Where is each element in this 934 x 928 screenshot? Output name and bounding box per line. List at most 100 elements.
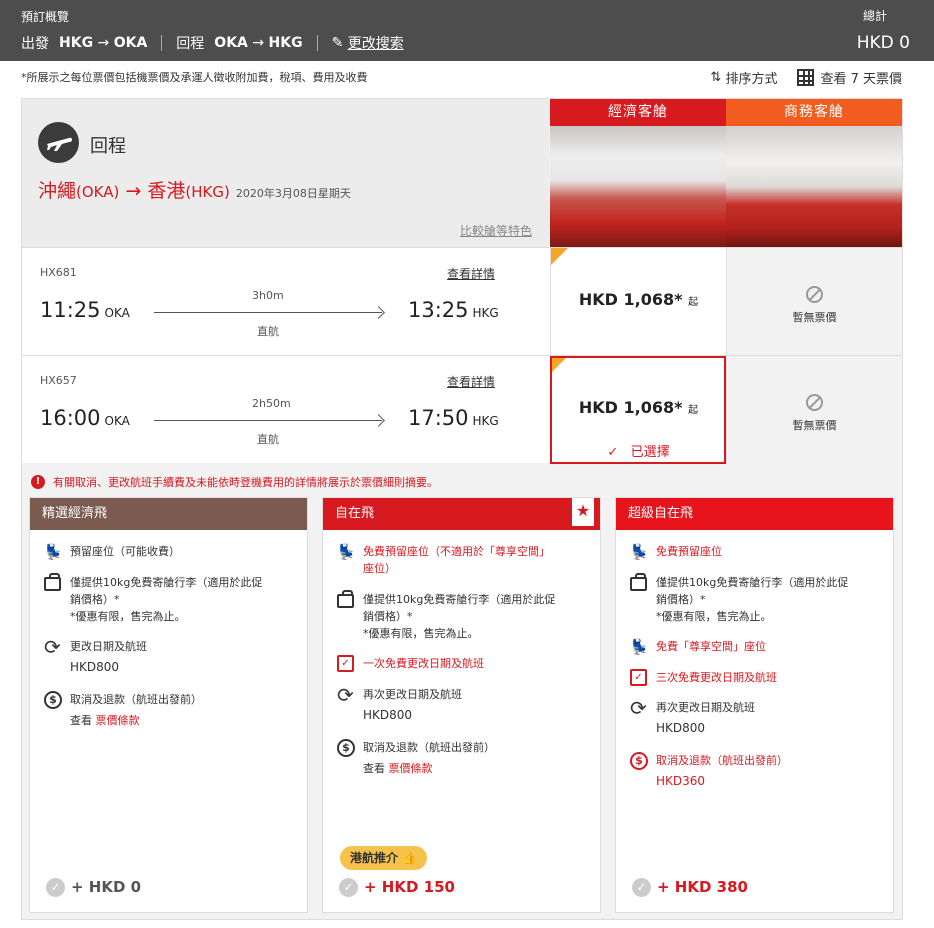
sort-icon[interactable]: ⇅ — [710, 70, 725, 85]
flight-details-link[interactable]: 查看詳情 — [447, 265, 495, 282]
edit-icon[interactable]: ✎ — [332, 35, 348, 51]
origin-code: (OKA) — [76, 183, 120, 201]
seat-icon: 💺 — [630, 543, 649, 561]
business-price-cell: 暫無票價 — [726, 248, 902, 356]
origin-city: 沖繩 — [38, 180, 77, 202]
dollar-icon: $ — [337, 739, 355, 757]
calendar-check-icon: ✓ — [337, 655, 354, 672]
journey-title: 回程 — [90, 136, 126, 157]
flight-row: HX681 查看詳情 11:25 OKA 3h0m 直航 13:25 HKG HKD… — [22, 247, 902, 356]
fare-terms-link[interactable]: 票價條款 — [389, 762, 433, 775]
economy-cabin-photo — [550, 126, 726, 247]
departure-time: 16:00 — [40, 406, 101, 430]
seven-day-fares-button[interactable]: 查看 7 天票價 — [820, 68, 902, 87]
edit-search-link[interactable]: 更改搜索 — [348, 33, 404, 53]
summary-title: 預訂概覽 — [21, 10, 70, 24]
fare-note: *所展示之每位票價包括機票價及承運人徵收附加費，稅項、費用及收費 — [21, 71, 368, 84]
economy-price-cell[interactable]: HKD 1,068* 起 — [550, 248, 726, 356]
arrival: 13:25 HKG — [408, 298, 499, 322]
arrival: 17:50 HKG — [408, 406, 499, 430]
baggage-icon — [630, 573, 647, 591]
baggage-icon — [44, 573, 61, 591]
feature-seat: 💺 預留座位（可能收費） — [44, 543, 180, 561]
arrow-icon: → — [93, 35, 114, 51]
compare-cabins-link[interactable]: 比較艙等特色 — [460, 222, 532, 239]
depart-from: HKG — [59, 35, 94, 51]
selected-fare-outline — [550, 356, 726, 464]
fare-card-economy-light[interactable]: 精選經濟飛 💺 預留座位（可能收費） 僅提供10kg免費寄艙行李（適用於此促 銷價… — [29, 497, 308, 913]
unavailable-icon — [806, 286, 823, 303]
fare-card-super-flex[interactable]: 超級自在飛 💺 免費預留座位 僅提供10kg免費寄艙行李（適用於此促 銷價格）* *… — [615, 497, 894, 913]
feature-baggage: 僅提供10kg免費寄艙行李（適用於此促 銷價格）* *優惠有限，售完為止。 — [630, 573, 885, 625]
check-circle-icon[interactable]: ✓ — [632, 878, 651, 897]
seat-icon: 💺 — [630, 638, 649, 656]
flight-arrow — [154, 420, 382, 421]
recommended-badge: 港航推介 👍 — [340, 846, 428, 870]
business-cabin-photo — [726, 126, 902, 247]
divider — [161, 35, 163, 51]
fare-card-flex[interactable]: 自在飛 ★ 💺 免費預留座位（不適用於「尊享空間」 座位） 僅提供10kg免費寄艙行… — [322, 497, 601, 913]
fare-terms-link[interactable]: 票價條款 — [96, 714, 140, 727]
flight-duration: 2h50m — [252, 397, 291, 410]
fare-name: 超級自在飛 — [616, 498, 893, 530]
journey-route: 沖繩 (OKA) → 香港 (HKG) 2020年3月08日星期天 — [38, 176, 351, 203]
arrow-icon: → — [247, 35, 269, 51]
economy-cabin-column: 經濟客艙 — [550, 99, 726, 247]
unavailable-icon — [806, 394, 823, 411]
business-price-cell: 暫無票價 — [726, 356, 902, 464]
flight-details-link[interactable]: 查看詳情 — [447, 373, 495, 390]
feature-refund: $ 取消及退款（航班出發前） 查看 票價條款 — [44, 691, 299, 729]
check-circle-icon[interactable]: ✓ — [339, 878, 358, 897]
seat-icon: 💺 — [337, 543, 356, 561]
toolbar: ⇅ 排序方式 查看 7 天票價 — [710, 68, 902, 87]
fare-add-price: + HKD 0 — [71, 878, 142, 896]
flight-duration: 3h0m — [252, 289, 284, 302]
calendar-grid-icon[interactable] — [797, 69, 815, 86]
refresh-icon: ⟳ — [44, 635, 61, 659]
feature-free-change: ✓ 一次免費更改日期及航班 — [337, 655, 592, 675]
star-icon: ★ — [572, 498, 594, 526]
flight-arrow — [154, 312, 382, 313]
departure: 11:25 OKA — [40, 298, 130, 322]
business-unavailable: 暫無票價 — [792, 311, 837, 324]
fare-name: 自在飛 ★ — [323, 498, 600, 530]
depart-label: 出發 — [21, 36, 49, 52]
return-from: OKA — [214, 35, 248, 51]
feature-refund: $ 取消及退款（航班出發前） 查看 票價條款 — [337, 739, 592, 777]
departure-code: OKA — [104, 306, 130, 320]
economy-price: HKD 1,068* 起 — [578, 290, 699, 309]
direct-flight-label: 直航 — [257, 433, 279, 446]
dollar-icon: $ — [630, 752, 648, 770]
return-label: 回程 — [176, 36, 205, 52]
plane-icon — [38, 122, 79, 163]
total-amount: HKD 0 — [856, 33, 910, 53]
direct-flight-label: 直航 — [257, 325, 279, 338]
departure-code: OKA — [104, 414, 130, 428]
business-cabin-column: 商務客艙 — [726, 99, 902, 247]
feature-seat: 💺 免費預留座位 — [630, 543, 722, 561]
arrival-time: 17:50 — [408, 406, 469, 430]
arrival-code: HKG — [472, 414, 499, 428]
fare-add-price: + HKD 150 — [364, 878, 455, 896]
alert-icon: ! — [31, 475, 45, 489]
feature-change: ⟳ 再次更改日期及航班 HKD800 — [337, 683, 462, 722]
divider — [316, 35, 318, 51]
thumbs-up-icon: 👍 — [402, 851, 418, 865]
refresh-icon: ⟳ — [630, 696, 647, 720]
sort-button[interactable]: 排序方式 — [725, 68, 777, 87]
feature-baggage: 僅提供10kg免費寄艙行李（適用於此促 銷價格）* *優惠有限，售完為止。 — [337, 590, 592, 642]
feature-seat: 💺 免費預留座位（不適用於「尊享空間」 座位） — [337, 543, 550, 575]
economy-cabin-label: 經濟客艙 — [550, 99, 726, 126]
feature-change: ⟳ 更改日期及航班 HKD800 — [44, 635, 147, 674]
feature-change: ⟳ 再次更改日期及航班 HKD800 — [630, 696, 755, 735]
calendar-check-icon: ✓ — [630, 669, 647, 686]
departure: 16:00 OKA — [40, 406, 130, 430]
booking-summary-bar: 預訂概覽 出發 HKG → OKA 回程 OKA → HKG ✎ 更改搜索 總計… — [0, 0, 934, 61]
business-unavailable: 暫無票價 — [792, 419, 837, 432]
journey-date: 2020年3月08日星期天 — [235, 187, 351, 200]
flight-row: HX657 查看詳情 16:00 OKA 2h50m 直航 17:50 HKG HK… — [22, 355, 902, 464]
check-circle-icon[interactable]: ✓ — [46, 878, 65, 897]
fee-warning: ! 有關取消、更改航班手續費及未能依時登機費用的詳情將展示於票價細則摘要。 — [31, 474, 438, 490]
flight-number: HX681 — [40, 266, 77, 279]
dest-code: (HKG) — [185, 183, 230, 201]
